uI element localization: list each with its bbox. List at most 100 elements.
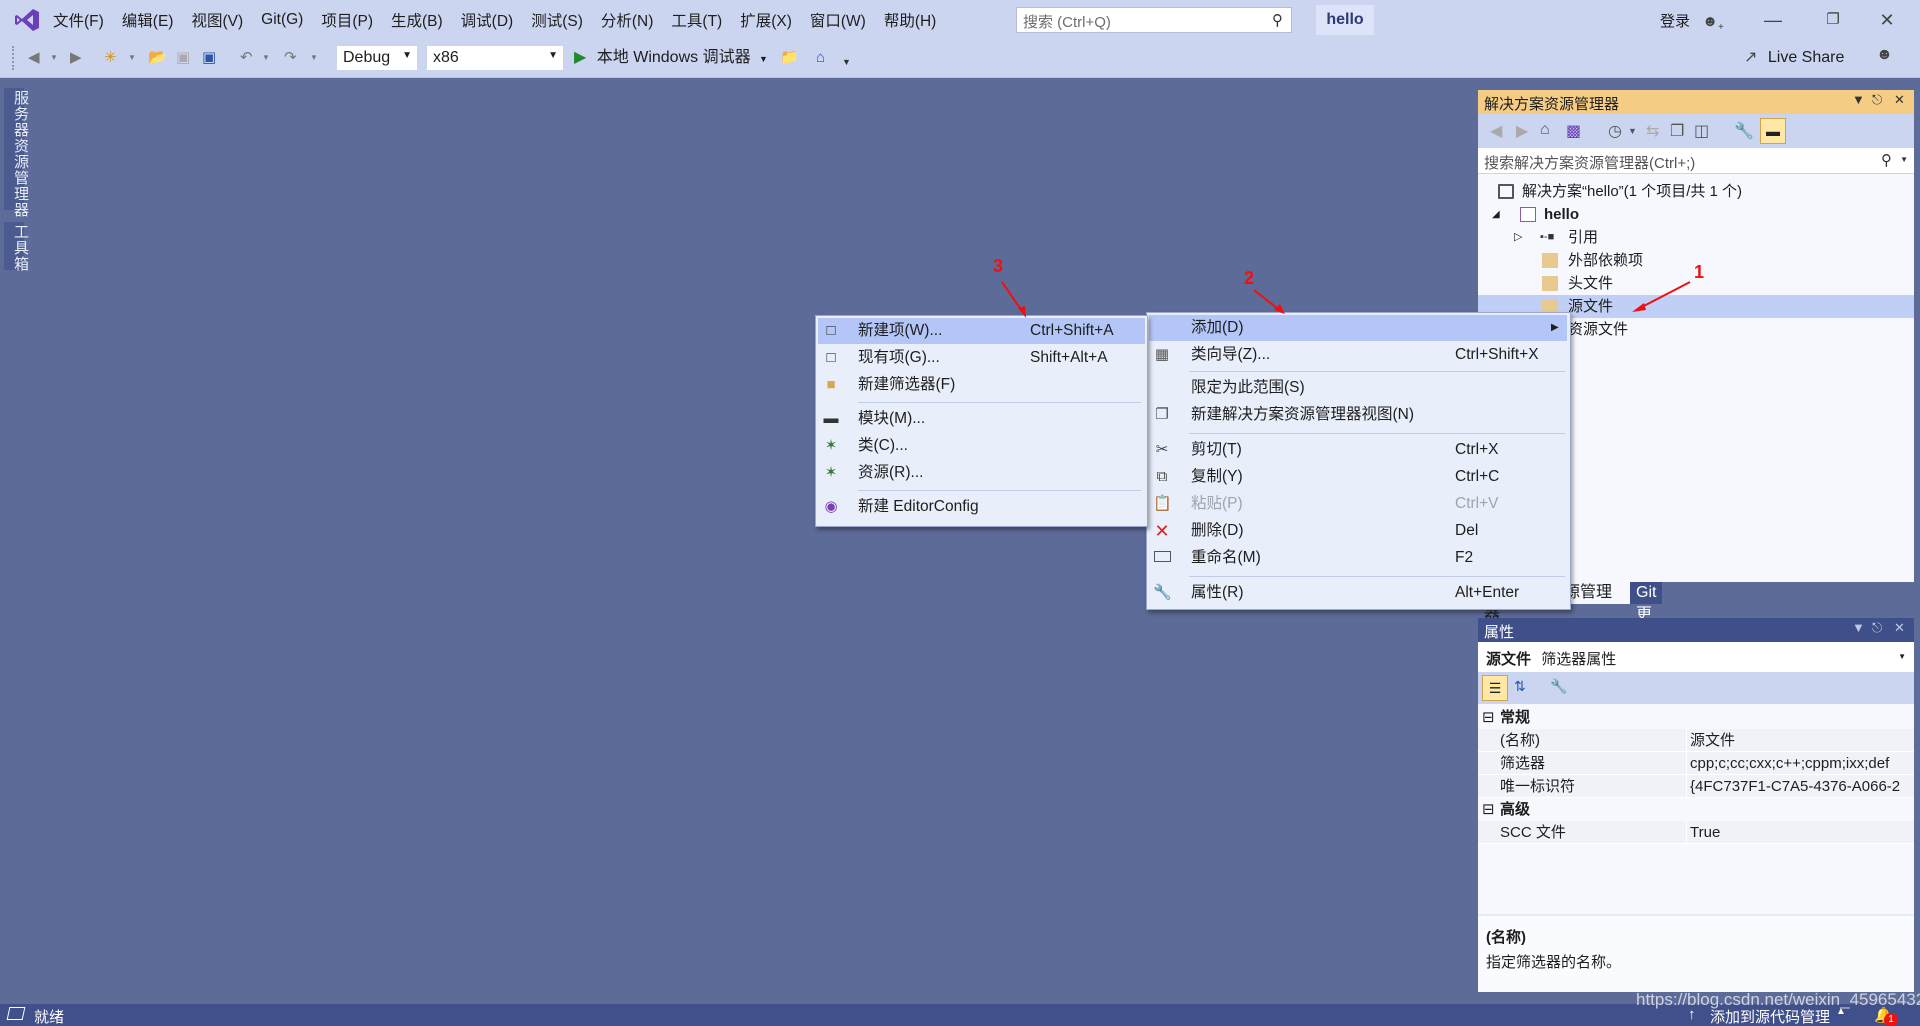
property-row[interactable]: 筛选器 cpp;c;cc;cxx;c++;cppm;ixx;def [1478,752,1914,775]
undo-dropdown-icon[interactable]: ▼ [262,48,270,68]
close-panel-icon[interactable]: ✕ [1894,620,1905,636]
property-row[interactable]: SCC 文件 True [1478,821,1914,844]
alphabetical-icon[interactable]: ⇅ [1514,678,1526,695]
show-all-files-icon[interactable]: ◫ [1694,121,1709,141]
feedback-icon[interactable]: ☻ [1876,46,1893,64]
menu-item-add[interactable]: 添加(D) ▶ [1149,315,1567,341]
minimize-button[interactable]: — [1758,8,1788,32]
pin-icon[interactable]: ⎋ [1872,620,1882,636]
property-value[interactable]: True [1690,821,1912,844]
configuration-select[interactable]: Debug ▼ [336,45,418,71]
close-panel-icon[interactable]: ✕ [1894,92,1905,108]
save-icon[interactable]: ▣ [176,48,190,68]
category-advanced[interactable]: ⊟ 高级 [1478,798,1914,821]
wrench-icon[interactable]: 🔧 [1734,121,1754,141]
property-value[interactable]: 源文件 [1690,729,1912,752]
sync-icon[interactable]: ⇆ [1646,121,1659,141]
switch-views-icon[interactable]: ▩ [1566,121,1581,141]
collapse-icon[interactable]: ⊟ [1482,798,1495,821]
redo-icon[interactable]: ↷ [284,48,297,68]
pin-icon[interactable]: ⎋ [1872,92,1882,108]
toolbar-overflow-icon[interactable]: ▼ [842,52,851,72]
menu-project[interactable]: 项目(P) [312,9,382,31]
object-selector[interactable]: 源文件 筛选器属性 ▼ [1478,642,1914,672]
category-general[interactable]: ⊟ 常规 [1478,706,1914,729]
find-in-files-icon[interactable]: 📁 [780,48,799,68]
toolbar-grip[interactable] [12,46,16,70]
menu-item-cut[interactable]: ✂ 剪切(T) Ctrl+X [1149,437,1567,463]
home-icon[interactable]: ⌂ [1540,121,1550,139]
back-dropdown-icon[interactable]: ▼ [50,48,58,68]
pending-changes-filter-icon[interactable]: ◷ [1608,121,1622,141]
redo-dropdown-icon[interactable]: ▼ [310,48,318,68]
new-project-icon[interactable]: ✳ [104,48,117,68]
menu-item-new-filter[interactable]: ■ 新建筛选器(F) [818,372,1145,398]
menu-build[interactable]: 生成(B) [382,9,452,31]
add-to-source-control-button[interactable]: 添加到源代码管理 [1710,1006,1830,1026]
start-debugging-button[interactable]: ▶ 本地 Windows 调试器 ▼ [574,46,768,70]
menu-test[interactable]: 测试(S) [522,9,592,31]
restore-button[interactable]: ❐ [1818,8,1848,32]
menu-item-delete[interactable]: ✕ 删除(D) Del [1149,518,1567,544]
property-row[interactable]: 唯一标识符 {4FC737F1-C7A5-4376-A066-2 [1478,775,1914,798]
menu-item-class-wizard[interactable]: ▦ 类向导(Z)... Ctrl+Shift+X [1149,342,1567,368]
home-window-icon[interactable]: ⌂ [816,48,825,68]
menu-item-copy[interactable]: ⧉ 复制(Y) Ctrl+C [1149,464,1567,490]
menu-item-resource[interactable]: ✶ 资源(R)... [818,460,1145,486]
menu-tools[interactable]: 工具(T) [662,9,731,31]
save-all-icon[interactable]: ▣ [202,48,216,68]
preview-selected-icon[interactable]: ▬ [1760,118,1786,144]
property-value[interactable]: cpp;c;cc;cxx;c++;cppm;ixx;def [1690,752,1912,775]
menu-window[interactable]: 窗口(W) [801,9,875,31]
property-row[interactable]: (名称) 源文件 [1478,729,1914,752]
property-pages-icon[interactable]: 🔧 [1550,678,1567,695]
back-icon[interactable]: ◀ [1490,121,1502,141]
menu-file[interactable]: 文件(F) [44,9,113,31]
platform-select[interactable]: x86 ▼ [426,45,564,71]
property-value[interactable]: {4FC737F1-C7A5-4376-A066-2 [1690,775,1912,798]
menu-item-properties[interactable]: 🔧 属性(R) Alt+Enter [1149,580,1567,606]
close-button[interactable]: ✕ [1872,8,1902,32]
menu-edit[interactable]: 编辑(E) [113,9,183,31]
status-bar: 就绪 https://blog.csdn.net/weixin_45965432… [0,990,1920,1026]
forward-icon[interactable]: ▶ [70,48,82,68]
menu-git[interactable]: Git(G) [252,11,312,29]
back-icon[interactable]: ◀ [28,48,40,68]
tree-item-solution[interactable]: 解决方案“hello”(1 个项目/共 1 个) [1478,180,1914,203]
menu-item-existing-item[interactable]: □ 现有项(G)... Shift+Alt+A [818,345,1145,371]
forward-icon[interactable]: ▶ [1516,121,1528,141]
new-project-dropdown-icon[interactable]: ▼ [128,48,136,68]
menu-extensions[interactable]: 扩展(X) [731,9,801,31]
menu-debug[interactable]: 调试(D) [452,9,523,31]
menu-view[interactable]: 视图(V) [182,9,252,31]
menu-item-new-explorer-view[interactable]: ❐ 新建解决方案资源管理器视图(N) [1149,402,1567,428]
live-share-button[interactable]: ↗ Live Share [1744,47,1844,67]
collapsed-triangle-icon[interactable]: ▷ [1514,226,1522,249]
menu-item-rename[interactable]: 重命名(M) F2 [1149,545,1567,571]
menu-item-editorconfig[interactable]: ◉ 新建 EditorConfig [818,494,1145,520]
tree-item-project[interactable]: ◢ hello [1478,203,1914,226]
login-button[interactable]: 登录 ☻+ [1660,10,1724,33]
panel-menu-icon[interactable]: ▼ [1852,620,1865,635]
menu-help[interactable]: 帮助(H) [875,9,946,31]
tab-git-changes[interactable]: Git 更改 [1630,582,1663,645]
output-window-icon[interactable] [6,1007,26,1020]
filter-dropdown-icon[interactable]: ▼ [1628,126,1637,136]
menu-item-new-item[interactable]: □ 新建项(W)... Ctrl+Shift+A [818,318,1145,344]
global-search-input[interactable]: 搜索 (Ctrl+Q) ⚲ [1016,7,1292,33]
open-file-icon[interactable]: 📂 [148,48,167,68]
menu-item-module[interactable]: ▬ 模块(M)... [818,406,1145,432]
solution-explorer-search-input[interactable]: 搜索解决方案资源管理器(Ctrl+;) ⚲ ▼ [1478,148,1914,174]
menu-item-scope-to-this[interactable]: 限定为此范围(S) [1149,375,1567,401]
categorized-icon[interactable]: ☰ [1482,675,1508,701]
undo-icon[interactable]: ↶ [240,48,253,68]
tree-item-references[interactable]: ▷ ▪‑■ 引用 [1478,226,1914,249]
collapse-all-icon[interactable]: ❐ [1670,121,1684,141]
menu-item-class[interactable]: ✶ 类(C)... [818,433,1145,459]
menu-analyze[interactable]: 分析(N) [592,9,663,31]
search-options-icon[interactable]: ▼ [1900,155,1908,164]
collapse-icon[interactable]: ⊟ [1482,706,1495,729]
expanded-triangle-icon[interactable]: ◢ [1492,203,1500,226]
menu-item-paste[interactable]: 📋 粘贴(P) Ctrl+V [1149,491,1567,517]
panel-menu-icon[interactable]: ▼ [1852,92,1865,107]
